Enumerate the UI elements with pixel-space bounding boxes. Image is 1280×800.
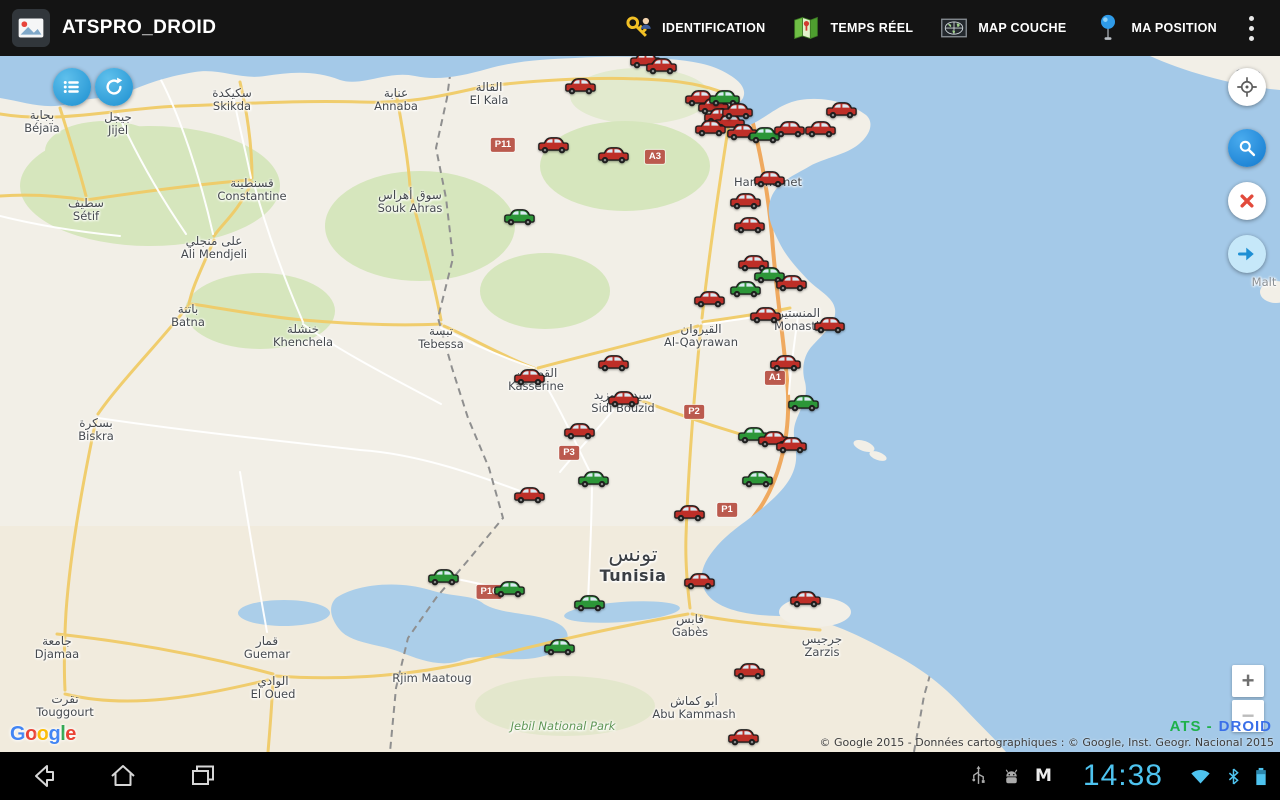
my-location-button[interactable] [1228, 68, 1266, 106]
wifi-icon [1188, 766, 1213, 786]
vehicle-marker-red[interactable] [803, 118, 837, 139]
vehicle-marker-green[interactable] [576, 468, 610, 489]
system-bar: M 14:38 [0, 752, 1280, 800]
vehicle-marker-red[interactable] [644, 56, 678, 76]
map-canvas[interactable]: عنابةAnnabaسكيكدةSkikdaالقالةEl Kalaجيجل… [0, 56, 1280, 752]
vehicle-marker-red[interactable] [812, 314, 846, 335]
back-button[interactable] [12, 752, 74, 800]
vehicle-marker-green[interactable] [542, 636, 576, 657]
vehicle-marker-red[interactable] [536, 134, 570, 155]
home-button[interactable] [92, 752, 154, 800]
app-screen: ATSPRO_DROID IDENTIFICATION TEMPS RÉEL M… [0, 0, 1280, 800]
vehicle-marker-green[interactable] [502, 206, 536, 227]
target-icon [1235, 75, 1259, 99]
vehicle-marker-green[interactable] [492, 578, 526, 599]
vehicle-marker-red[interactable] [728, 190, 762, 211]
refresh-button[interactable] [95, 68, 133, 106]
home-icon [108, 761, 138, 791]
vehicle-marker-red[interactable] [732, 660, 766, 681]
list-icon [60, 75, 84, 99]
vehicle-marker-red[interactable] [682, 570, 716, 591]
vehicle-marker-red[interactable] [693, 117, 727, 138]
vehicle-marker-red[interactable] [563, 75, 597, 96]
action-temps-reel[interactable]: TEMPS RÉEL [778, 0, 926, 56]
google-logo: Google [10, 723, 76, 746]
back-icon [28, 761, 58, 791]
action-label: TEMPS RÉEL [830, 21, 913, 35]
recents-button[interactable] [172, 752, 234, 800]
zoom-in-button[interactable]: + [1232, 665, 1264, 697]
vehicle-marker-green[interactable] [572, 592, 606, 613]
vehicle-marker-red[interactable] [596, 144, 630, 165]
position-pin-icon [1093, 13, 1123, 43]
key-icon [623, 13, 653, 43]
close-button[interactable] [1228, 182, 1266, 220]
arrow-right-icon [1235, 242, 1259, 266]
vehicle-marker-red[interactable] [768, 352, 802, 373]
watermark-ats: ATS - [1170, 718, 1213, 735]
search-button[interactable] [1228, 129, 1266, 167]
vehicle-marker-red[interactable] [512, 366, 546, 387]
vehicle-marker-red[interactable] [788, 588, 822, 609]
vehicle-marker-green[interactable] [740, 468, 774, 489]
vehicle-marker-red[interactable] [752, 168, 786, 189]
vehicle-marker-red[interactable] [672, 502, 706, 523]
vehicle-marker-green[interactable] [426, 566, 460, 587]
vehicle-marker-red[interactable] [726, 726, 760, 747]
action-identification[interactable]: IDENTIFICATION [610, 0, 778, 56]
vehicle-marker-red[interactable] [692, 288, 726, 309]
vehicle-marker-red[interactable] [748, 304, 782, 325]
vehicle-marker-red[interactable] [732, 214, 766, 235]
map-attribution: © Google 2015 - Données cartographiques … [819, 736, 1274, 749]
recents-icon [188, 761, 218, 791]
vehicle-list-button[interactable] [53, 68, 91, 106]
action-ma-position[interactable]: MA POSITION [1080, 0, 1230, 56]
gmail-icon: M [1035, 766, 1052, 786]
map-background [0, 56, 1280, 752]
refresh-icon [102, 75, 126, 99]
usb-icon [969, 765, 988, 787]
action-bar: ATSPRO_DROID IDENTIFICATION TEMPS RÉEL M… [0, 0, 1280, 56]
close-icon [1236, 190, 1258, 212]
vehicle-marker-red[interactable] [596, 352, 630, 373]
vehicle-marker-red[interactable] [824, 99, 858, 120]
action-label: IDENTIFICATION [662, 21, 765, 35]
vehicle-marker-red[interactable] [606, 388, 640, 409]
usb-debug-icon [1001, 766, 1022, 787]
vehicle-marker-green[interactable] [786, 392, 820, 413]
vehicle-marker-red[interactable] [772, 118, 806, 139]
bluetooth-icon [1226, 767, 1241, 786]
status-clock: 14:38 [1083, 759, 1163, 793]
vehicle-marker-red[interactable] [774, 272, 808, 293]
action-buttons: IDENTIFICATION TEMPS RÉEL MAP COUCHE MA … [610, 0, 1230, 56]
action-label: MAP COUCHE [978, 21, 1066, 35]
battery-icon [1254, 766, 1268, 787]
app-title: ATSPRO_DROID [62, 17, 216, 39]
vehicle-marker-red[interactable] [512, 484, 546, 505]
action-label: MA POSITION [1132, 21, 1217, 35]
next-button[interactable] [1228, 235, 1266, 273]
vehicle-marker-red[interactable] [562, 420, 596, 441]
overflow-menu-icon[interactable] [1230, 0, 1272, 56]
action-map-couche[interactable]: MAP COUCHE [926, 0, 1079, 56]
watermark-droid: DROID [1219, 718, 1272, 735]
folded-map-icon [791, 13, 821, 43]
app-logo-icon [12, 9, 50, 47]
map-layer-icon [939, 13, 969, 43]
vehicle-marker-green[interactable] [728, 278, 762, 299]
status-icons: M 14:38 [969, 759, 1268, 793]
app-watermark: ATS - DROID [1170, 718, 1272, 735]
search-icon [1236, 137, 1258, 159]
vehicle-marker-red[interactable] [774, 434, 808, 455]
